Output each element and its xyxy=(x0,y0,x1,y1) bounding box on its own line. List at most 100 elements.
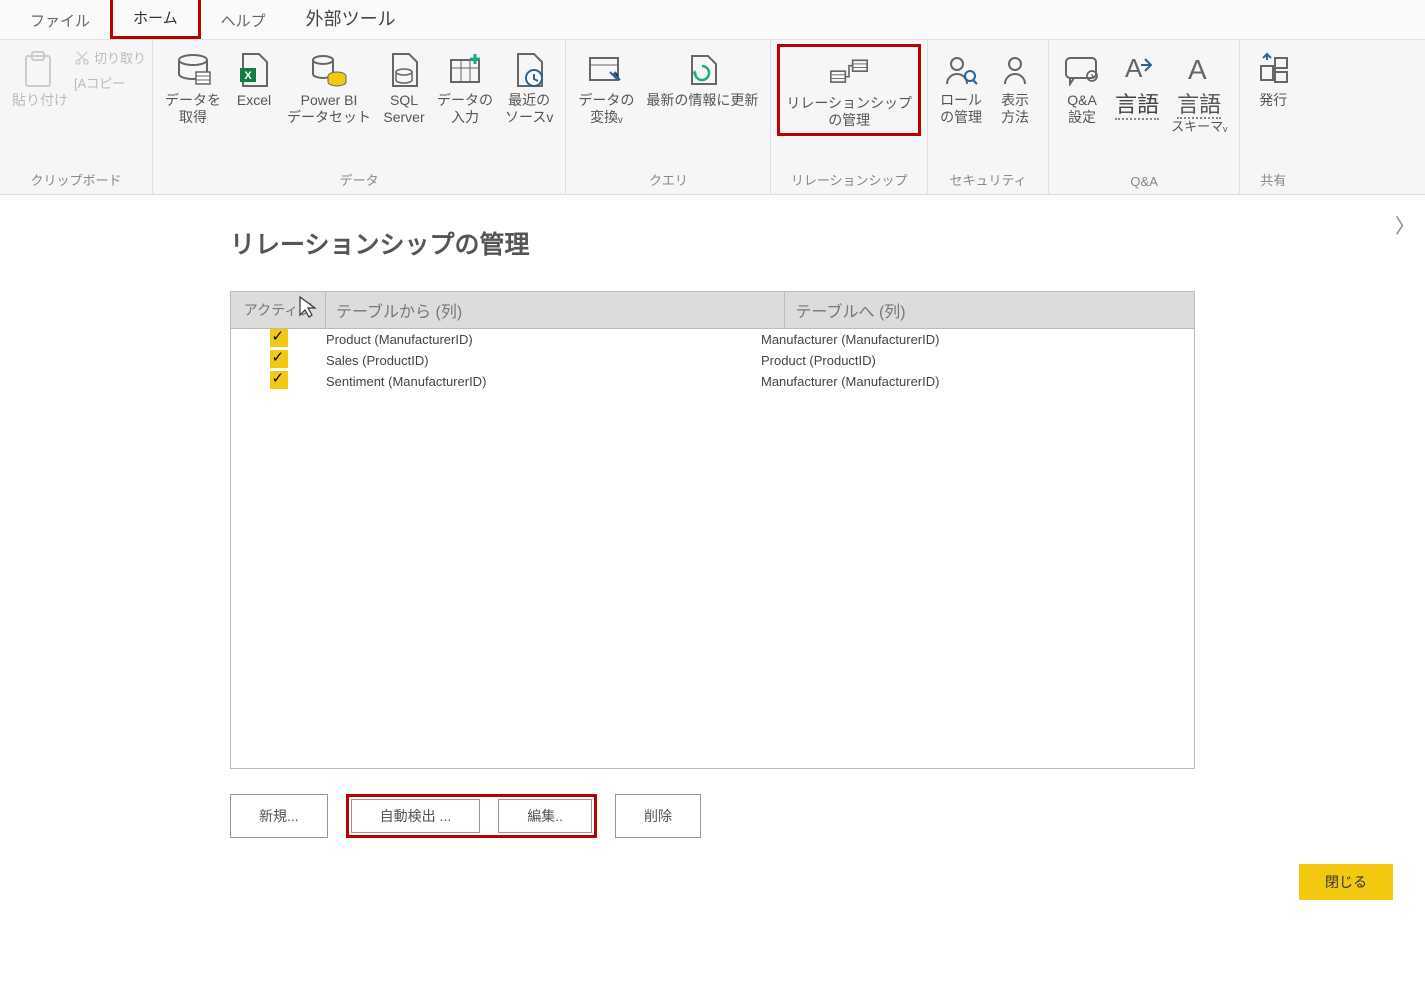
table-row[interactable]: Product (ManufacturerID)Manufacturer (Ma… xyxy=(231,329,1194,350)
qna-schema-button[interactable]: A 言語言語 スキーマᵥスキーマᵥ xyxy=(1165,44,1233,139)
dialog-button-row: 新規... 自動検出 ... 編集.. 削除 xyxy=(230,794,1195,838)
scissors-icon xyxy=(74,50,90,66)
recent-sources-button[interactable]: 最近の ソースv xyxy=(499,44,559,130)
tab-external-tools[interactable]: 外部ツール xyxy=(286,0,416,39)
tab-home[interactable]: ホーム xyxy=(110,0,201,39)
to-cell: Product (ProductID) xyxy=(761,350,1194,371)
from-cell: Sales (ProductID) xyxy=(326,350,761,371)
ribbon-group-query: データの 変換ᵥ 最新の情報に更新 クエリ xyxy=(566,40,771,194)
copy-label: [Aコピー xyxy=(74,73,125,92)
recent-label: 最近の ソースv xyxy=(505,92,553,126)
view-as-label: 表示 方法 xyxy=(1001,92,1029,126)
sql-icon xyxy=(384,48,424,92)
col-active[interactable]: アクティブ xyxy=(231,292,326,329)
publish-button[interactable]: 発行 xyxy=(1246,44,1300,113)
svg-text:X: X xyxy=(244,70,252,82)
new-button[interactable]: 新規... xyxy=(230,794,328,838)
table-row[interactable]: Sales (ProductID)Product (ProductID) xyxy=(231,350,1194,371)
ribbon-group-share: 発行 共有 xyxy=(1240,40,1306,194)
pbi-dataset-icon xyxy=(309,48,349,92)
active-checkbox-cell[interactable] xyxy=(231,371,326,392)
checkbox-checked-icon[interactable] xyxy=(270,329,288,347)
excel-label: Excel xyxy=(237,92,271,109)
ribbon-tabs: ファイル ホーム ヘルプ 外部ツール xyxy=(0,0,1425,40)
paste-button[interactable]: 貼り付け xyxy=(6,44,74,113)
qna-icon xyxy=(1062,48,1102,92)
active-checkbox-cell[interactable] xyxy=(231,350,326,371)
query-group-label: クエリ xyxy=(572,167,764,192)
ribbon: 貼り付け 切り取り [Aコピー クリップボード データを 取得 X xyxy=(0,40,1425,195)
tab-help[interactable]: ヘルプ xyxy=(201,2,286,39)
copy-button[interactable]: [Aコピー xyxy=(74,73,146,92)
to-cell: Manufacturer (ManufacturerID) xyxy=(761,329,1194,350)
ribbon-group-relationships: リレーションシップ の管理 リレーションシップ xyxy=(771,40,928,194)
delete-button[interactable]: 削除 xyxy=(615,794,701,838)
collapse-ribbon-icon[interactable]: 〉 xyxy=(1395,210,1415,239)
clipboard-group-label: クリップボード xyxy=(6,167,146,192)
data-group-label: データ xyxy=(159,167,559,192)
view-as-icon xyxy=(995,48,1035,92)
excel-button[interactable]: X Excel xyxy=(227,44,281,113)
enter-data-button[interactable]: データの 入力 xyxy=(431,44,499,130)
refresh-button[interactable]: 最新の情報に更新 xyxy=(640,44,764,113)
pbi-dataset-button[interactable]: Power BI データセット xyxy=(281,44,377,130)
manage-roles-button[interactable]: ロール の管理 xyxy=(934,44,988,130)
security-group-label: セキュリティ xyxy=(934,167,1042,192)
table-row[interactable]: Sentiment (ManufacturerID)Manufacturer (… xyxy=(231,371,1194,392)
get-data-label: データを 取得 xyxy=(165,92,221,126)
language-icon: A xyxy=(1117,48,1157,92)
qna-setup-label: Q&A 設定 xyxy=(1067,92,1097,126)
sql-server-button[interactable]: SQL Server xyxy=(377,44,431,130)
checkbox-checked-icon[interactable] xyxy=(270,350,288,368)
manage-relationships-button[interactable]: リレーションシップ の管理 xyxy=(777,44,921,136)
transform-icon xyxy=(586,48,626,92)
ribbon-group-clipboard: 貼り付け 切り取り [Aコピー クリップボード xyxy=(0,40,153,194)
paste-label: 貼り付け xyxy=(12,92,68,109)
publish-label: 発行 xyxy=(1259,92,1287,109)
autodetect-button[interactable]: 自動検出 ... xyxy=(351,799,481,833)
get-data-button[interactable]: データを 取得 xyxy=(159,44,227,130)
recent-icon xyxy=(509,48,549,92)
highlighted-button-group: 自動検出 ... 編集.. xyxy=(346,794,597,838)
edit-button[interactable]: 編集.. xyxy=(498,799,592,833)
active-checkbox-cell[interactable] xyxy=(231,329,326,350)
pbi-dataset-label: Power BI データセット xyxy=(287,92,371,126)
col-from[interactable]: テーブルから (列) xyxy=(326,292,785,329)
relationships-table: アクティブ テーブルから (列) テーブルへ (列) xyxy=(230,291,1195,329)
qna-language-button[interactable]: A 言語 xyxy=(1109,44,1165,124)
svg-text:A: A xyxy=(1188,54,1207,85)
refresh-icon xyxy=(682,48,722,92)
ribbon-group-qna: Q&A 設定 A 言語 A 言語言語 スキーマᵥスキーマᵥ Q&A xyxy=(1049,40,1240,194)
checkbox-checked-icon[interactable] xyxy=(270,371,288,389)
refresh-label: 最新の情報に更新 xyxy=(646,92,758,109)
database-icon xyxy=(173,48,213,92)
cut-button[interactable]: 切り取り xyxy=(74,48,146,67)
relationships-group-label: リレーションシップ xyxy=(777,167,921,192)
qna-group-label: Q&A xyxy=(1055,171,1233,192)
schema-icon: A xyxy=(1179,48,1219,92)
qna-setup-button[interactable]: Q&A 設定 xyxy=(1055,44,1109,130)
transform-label: データの 変換ᵥ xyxy=(578,92,634,126)
language-label: 言語 xyxy=(1115,92,1159,120)
to-cell: Manufacturer (ManufacturerID) xyxy=(761,371,1194,392)
ribbon-group-security: ロール の管理 表示 方法 セキュリティ xyxy=(928,40,1049,194)
col-to[interactable]: テーブルへ (列) xyxy=(785,292,1195,329)
cut-label: 切り取り xyxy=(94,48,146,67)
enter-data-label: データの 入力 xyxy=(437,92,493,126)
relationships-icon xyxy=(829,51,869,95)
manage-rel-label: リレーションシップ の管理 xyxy=(786,95,912,129)
relationships-table-body: Product (ManufacturerID)Manufacturer (Ma… xyxy=(230,329,1195,769)
enter-data-icon xyxy=(445,48,485,92)
roles-label: ロール の管理 xyxy=(940,92,982,126)
manage-relationships-dialog: リレーションシップの管理 アクティブ テーブルから (列) テーブルへ (列) … xyxy=(0,195,1425,838)
share-group-label: 共有 xyxy=(1246,167,1300,192)
sql-label: SQL Server xyxy=(383,92,424,126)
close-button[interactable]: 閉じる xyxy=(1299,864,1393,900)
tab-file[interactable]: ファイル xyxy=(10,2,110,39)
ribbon-group-data: データを 取得 X Excel Power BI データセット SQL Serv… xyxy=(153,40,566,194)
from-cell: Sentiment (ManufacturerID) xyxy=(326,371,761,392)
transform-data-button[interactable]: データの 変換ᵥ xyxy=(572,44,640,130)
roles-icon xyxy=(941,48,981,92)
view-as-button[interactable]: 表示 方法 xyxy=(988,44,1042,130)
svg-text:A: A xyxy=(1125,53,1143,83)
